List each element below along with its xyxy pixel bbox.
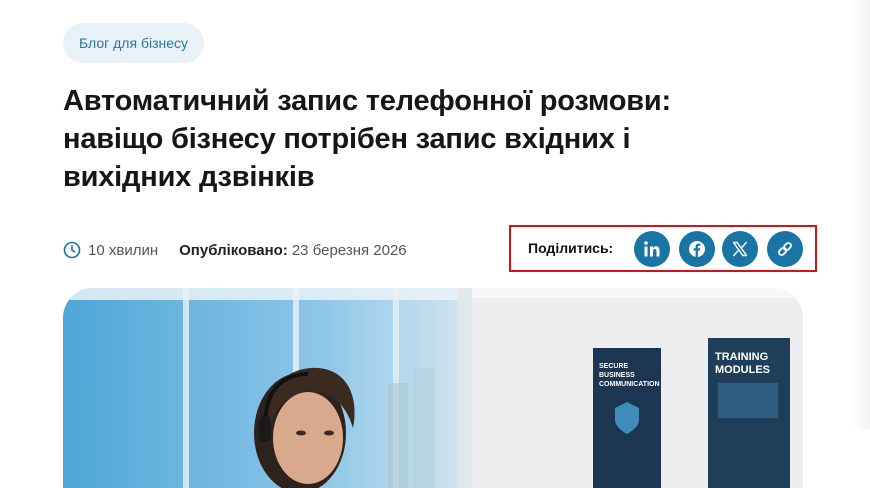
poster-text: COMMUNICATION: [599, 381, 660, 388]
poster-text: MODULES: [715, 364, 770, 376]
link-icon: [776, 240, 794, 258]
x-share-button[interactable]: [722, 231, 758, 267]
clock-icon: [63, 241, 81, 259]
poster-text: SECURE: [599, 363, 629, 370]
poster-text: TRAINING: [715, 351, 768, 363]
linkedin-share-button[interactable]: [634, 231, 670, 267]
facebook-share-button[interactable]: [679, 231, 715, 267]
page-edge-shade: [850, 0, 870, 429]
category-tag[interactable]: Блог для бізнесу: [63, 23, 205, 63]
hero-image: SECURE BUSINESS COMMUNICATION TRAINING M…: [63, 288, 803, 488]
poster-text: BUSINESS: [599, 372, 635, 379]
copy-link-button[interactable]: [767, 231, 803, 267]
article-title: Автоматичний запис телефонної розмови: н…: [63, 85, 671, 193]
article-meta: 10 хвилин Опубліковано: 23 березня 2026: [63, 238, 407, 262]
share-label: Поділитись:: [528, 240, 614, 256]
linkedin-icon: [643, 240, 661, 258]
x-icon: [732, 241, 748, 257]
published-label: Опубліковано:: [179, 241, 288, 259]
read-time: 10 хвилин: [88, 241, 159, 259]
facebook-icon: [688, 240, 706, 258]
published-date: 23 березня 2026: [291, 241, 407, 259]
